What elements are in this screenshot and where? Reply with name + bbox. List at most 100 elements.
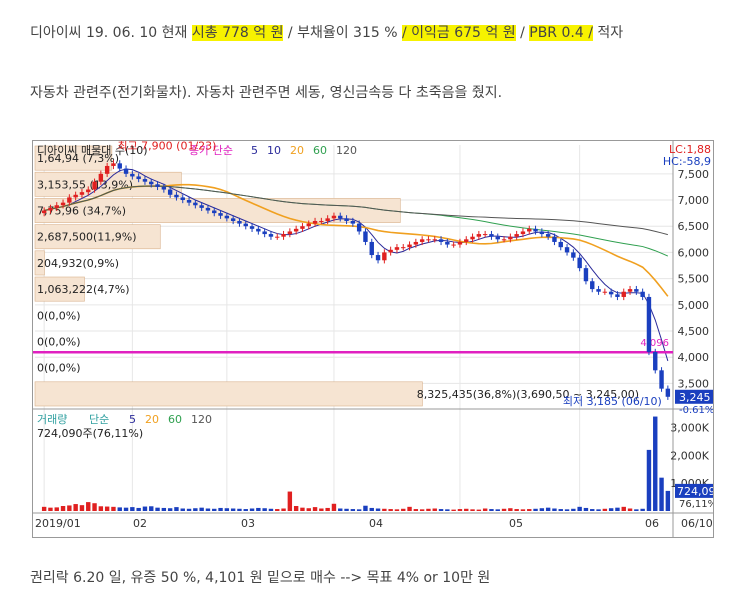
volume-bar (224, 508, 230, 511)
volume-profile-label: 0(0,0%) (37, 309, 81, 322)
volume-bar (67, 505, 72, 511)
candle-body (545, 234, 551, 237)
volume-bar (350, 509, 356, 511)
candle-body (401, 247, 406, 249)
volume-bar (627, 508, 633, 511)
stock-chart: 8,325,435(36,8%)(3,690,50 ~ 3,245,00) 0(0… (32, 140, 717, 538)
volume-bar (583, 507, 589, 511)
volume-bar (98, 506, 104, 511)
candle-body (48, 207, 53, 211)
info-line-3: 권리락 6.20 일, 유증 50 %, 4,101 원 밑으로 매수 --> … (30, 570, 491, 586)
candle-body (356, 223, 362, 232)
volume-bar (249, 508, 255, 511)
time-tick-label: 02 (133, 517, 147, 530)
volume-bar (596, 509, 601, 511)
candle-body (123, 168, 129, 174)
candle-body (344, 218, 349, 221)
volume-bar (394, 509, 400, 511)
volume-bar (426, 508, 431, 511)
candle-body (571, 252, 576, 258)
candle-body (41, 210, 47, 214)
candle-body (161, 186, 167, 190)
volume-bar (388, 509, 393, 511)
volume-bar (363, 505, 368, 511)
volume-bar (123, 507, 129, 511)
candle-body (627, 289, 633, 292)
volume-bar (508, 508, 513, 511)
candle-body (621, 291, 626, 297)
volume-bar (92, 503, 97, 511)
volume-bar (432, 508, 437, 511)
volume-legend-ma-60: 60 (168, 413, 182, 426)
volume-bar (268, 508, 274, 511)
candle-body (350, 220, 356, 224)
candle-body (79, 192, 85, 195)
volume-bar (104, 506, 110, 511)
volume-bar (41, 506, 47, 511)
price-legend-ma-60: 60 (313, 144, 327, 157)
price-tick-label: 4,500 (678, 325, 710, 338)
candle-body (419, 239, 425, 242)
last-volume-label: 724,09 (677, 485, 713, 498)
volume-bar (73, 504, 78, 511)
volume-bar (319, 508, 324, 511)
last-volume-ratio: 76,11% (679, 499, 713, 510)
volume-bar (564, 509, 570, 511)
candle-body (552, 236, 557, 242)
volume-bar (558, 509, 563, 511)
volume-note: 724,090주(76,11%) (37, 427, 143, 440)
volume-bar (243, 509, 248, 511)
price-legend-ma-5: 5 (251, 144, 258, 157)
volume-bar (470, 509, 475, 511)
candle-body (583, 268, 589, 282)
volume-legend-ma-title: 단순 (89, 413, 109, 426)
volume-bar (577, 506, 582, 511)
volume-bar (615, 507, 620, 511)
candle-body (375, 255, 381, 261)
candle-body (438, 239, 444, 242)
chart-svg: 8,325,435(36,8%)(3,690,50 ~ 3,245,00)0(0… (33, 140, 717, 537)
volume-bar (230, 508, 236, 511)
hc-label: HC:-58,9 (663, 155, 711, 168)
volume-bar (331, 503, 337, 511)
volume-bar (199, 507, 204, 511)
candle-body (86, 189, 91, 193)
candle-body (539, 231, 545, 235)
volume-bar (306, 508, 311, 511)
volume-tick-label: 3,000K (670, 422, 709, 435)
candle-body (445, 241, 450, 245)
candle-body (407, 244, 412, 248)
time-tick-label: 04 (369, 517, 383, 530)
price-legend-ma-10: 10 (267, 144, 281, 157)
volume-bar (212, 508, 217, 511)
candle-body (256, 228, 261, 232)
volume-bar (602, 508, 608, 511)
candle-body (136, 176, 141, 180)
volume-profile-bar (34, 381, 423, 407)
candle-body (60, 202, 66, 206)
candle-body (388, 249, 393, 253)
volume-bar (117, 507, 122, 511)
volume-bar (142, 506, 148, 511)
volume-bar (293, 506, 299, 511)
price-tick-label: 7,000 (678, 194, 710, 207)
volume-bar (174, 507, 179, 511)
volume-bar (237, 508, 242, 511)
volume-bar (161, 507, 167, 511)
candle-body (237, 220, 242, 224)
volume-bar (520, 509, 526, 511)
volume-bar (608, 508, 614, 511)
volume-bar (665, 490, 671, 511)
volume-bar (653, 416, 658, 511)
volume-legend-ma-5: 5 (129, 413, 136, 426)
candle-body (527, 228, 532, 232)
volume-bar (501, 508, 507, 511)
candle-body (596, 289, 601, 292)
company-date-text: 디아이씨 19. 06. 10 현재 (30, 25, 192, 41)
volume-tick-label: 2,000K (670, 449, 709, 462)
candle-body (117, 163, 122, 169)
pbr-highlight: PBR 0.4 / (529, 25, 593, 41)
volume-bar (438, 509, 444, 511)
volume-bar (640, 508, 645, 511)
candle-body (212, 210, 217, 214)
